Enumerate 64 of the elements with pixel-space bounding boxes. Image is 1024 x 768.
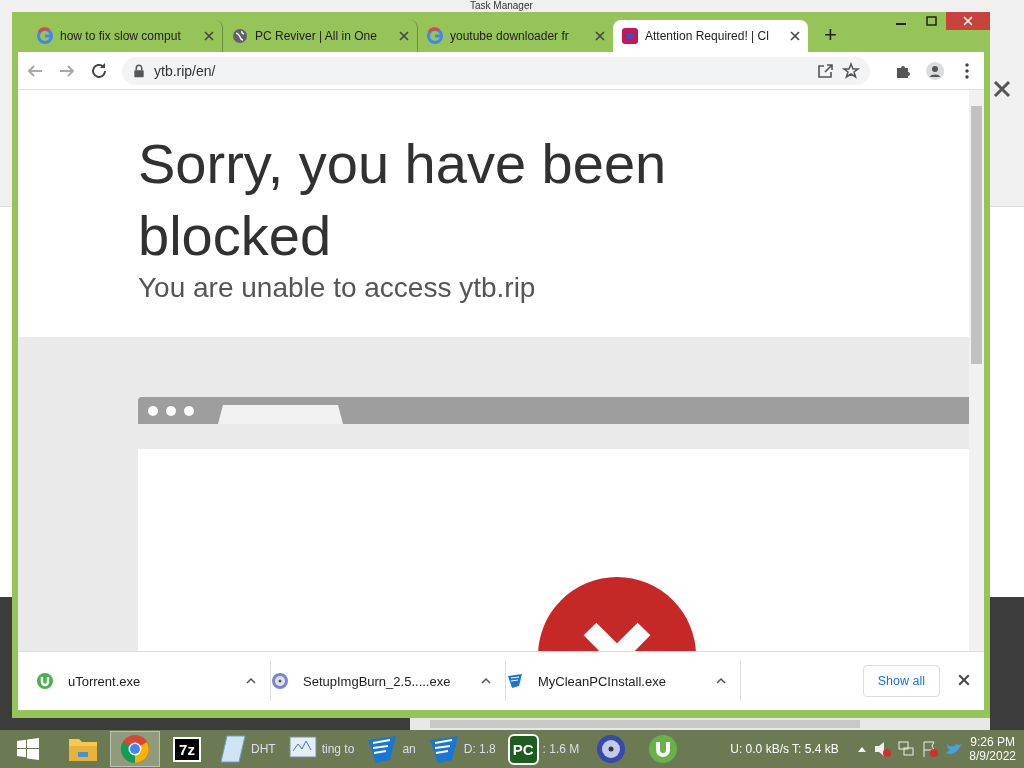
download-item[interactable]: uTorrent.exe	[36, 661, 271, 702]
torrent-status: U: 0.0 kB/s T: 5.4 kB	[730, 742, 839, 756]
close-icon[interactable]	[204, 30, 214, 41]
close-icon[interactable]	[790, 30, 800, 41]
share-icon[interactable]	[816, 61, 834, 80]
shield-icon	[621, 26, 639, 45]
browser-tab[interactable]: youtube downloader fr	[418, 19, 613, 52]
speaker-muted-icon[interactable]	[873, 740, 892, 758]
notepad-icon	[219, 734, 247, 764]
taskbar-label: an	[402, 742, 416, 756]
close-icon[interactable]	[399, 30, 409, 41]
page-subheading: You are unable to access ytb.rip	[138, 272, 537, 305]
close-icon[interactable]	[595, 30, 605, 41]
utorrent-icon	[36, 672, 54, 691]
shield-icon	[427, 734, 460, 764]
lock-icon	[132, 63, 146, 78]
profile-icon[interactable]	[926, 61, 944, 80]
sevenzip-icon: 7z	[173, 736, 201, 762]
window-title: Task Manager	[470, 0, 533, 11]
taskbar-label: : 1.6 M	[542, 742, 580, 756]
taskbar-label: D: 1.8	[463, 742, 496, 756]
scrollbar[interactable]	[969, 90, 984, 652]
new-tab-button[interactable]: +	[820, 21, 841, 48]
scrollbar-thumb[interactable]	[971, 106, 982, 365]
close-icon[interactable]	[958, 674, 970, 687]
google-icon	[426, 26, 444, 45]
page-heading: Sorry, you have been blocked	[138, 131, 668, 270]
browser-tab[interactable]: Attention Required! | Cl	[613, 19, 808, 52]
disc-icon	[596, 734, 627, 764]
taskbar-button[interactable]: D: 1.8	[422, 731, 501, 767]
scrollbar-thumb[interactable]	[430, 720, 860, 728]
reload-icon[interactable]	[90, 61, 108, 80]
tray-arrow-icon[interactable]	[857, 745, 868, 753]
taskbar-button[interactable]: 7z	[162, 731, 212, 767]
maximize-icon[interactable]	[925, 16, 937, 26]
flag-icon[interactable]	[921, 740, 940, 758]
disc-icon	[271, 672, 289, 691]
scrollbar[interactable]	[410, 718, 990, 730]
utorrent-icon	[648, 734, 679, 764]
shield-icon	[506, 672, 524, 691]
close-icon[interactable]	[992, 80, 1012, 98]
taskbar-label: DHT	[251, 742, 276, 756]
browser-tab[interactable]: PC Reviver | All in One	[223, 19, 418, 52]
pcreviver-icon: PC	[507, 733, 539, 765]
clock-date: 8/9/2022	[969, 749, 1016, 763]
close-button[interactable]	[946, 12, 990, 30]
taskbar-button[interactable]: an	[361, 731, 421, 767]
browser-tab[interactable]: how to fix slow comput	[28, 19, 223, 52]
address-bar[interactable]: ytb.rip/en/	[122, 56, 870, 85]
taskbar-button[interactable]	[110, 731, 160, 767]
clock-time: 9:26 PM	[970, 735, 1015, 749]
taskbar-label: ting to	[321, 742, 355, 756]
show-all-button[interactable]: Show all	[862, 665, 940, 698]
taskbar-button[interactable]: PC : 1.6 M	[502, 731, 585, 767]
chrome-icon	[120, 734, 150, 764]
google-icon	[36, 26, 54, 45]
download-item[interactable]: SetupImgBurn_2.5.....exe	[271, 661, 506, 702]
taskbar-button[interactable]: ting to	[282, 731, 360, 767]
download-item[interactable]: MyCleanPCInstall.exe	[506, 661, 741, 702]
globe-icon	[231, 26, 249, 45]
shield-icon	[366, 734, 399, 764]
star-icon[interactable]	[842, 61, 860, 80]
network-icon[interactable]	[897, 740, 916, 758]
windows-icon	[16, 737, 40, 761]
